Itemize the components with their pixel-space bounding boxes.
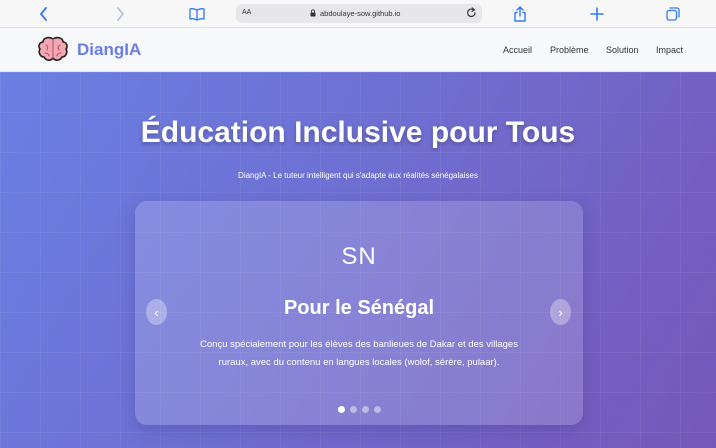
share-button[interactable] — [509, 4, 531, 24]
nav-link-solution[interactable]: Solution — [606, 45, 639, 55]
chevron-left-icon — [40, 7, 47, 21]
back-button[interactable] — [33, 4, 55, 24]
carousel-card: SN Pour le Sénégal Conçu spécialement po… — [135, 201, 583, 425]
carousel-next-button[interactable]: › — [550, 299, 571, 325]
tabs-button[interactable] — [662, 4, 684, 24]
book-icon — [189, 8, 205, 21]
nav-link-impact[interactable]: Impact — [656, 45, 683, 55]
carousel-dot-4[interactable] — [373, 406, 381, 413]
brain-icon[interactable] — [37, 36, 69, 62]
reload-icon[interactable] — [466, 7, 477, 21]
reader-button[interactable] — [186, 4, 208, 24]
browser-toolbar: AA abdoulaye-sow.github.io — [0, 0, 716, 28]
carousel-prev-button[interactable]: ‹ — [146, 299, 167, 325]
slide-title: Pour le Sénégal — [283, 297, 435, 319]
hero-subtitle: DiangIA - Le tuteur intelligent qui s'ad… — [238, 171, 478, 180]
tabs-icon — [666, 7, 680, 21]
carousel-dot-3[interactable] — [361, 406, 369, 413]
hero-title: Éducation Inclusive pour Tous — [140, 116, 576, 149]
page-settings-button[interactable]: AA — [242, 9, 251, 16]
share-icon — [514, 6, 526, 22]
flag-label: SN — [341, 243, 377, 270]
forward-button[interactable] — [109, 4, 131, 24]
carousel-dot-2[interactable] — [349, 406, 357, 413]
new-tab-button[interactable] — [586, 4, 608, 24]
site-header: DiangIA Accueil Problème Solution Impact — [0, 28, 716, 72]
slide-description: Conçu spécialement pour les élèves des b… — [200, 339, 518, 368]
brand-name[interactable]: DiangIA — [77, 40, 141, 60]
lock-icon — [310, 9, 316, 19]
nav-link-accueil[interactable]: Accueil — [503, 45, 532, 55]
url-text: abdoulaye-sow.github.io — [320, 9, 401, 18]
carousel-dot-1[interactable] — [337, 406, 345, 413]
address-bar[interactable]: AA abdoulaye-sow.github.io — [236, 4, 482, 23]
nav-link-probleme[interactable]: Problème — [550, 45, 589, 55]
plus-icon — [590, 7, 604, 21]
carousel-indicators — [135, 406, 583, 413]
chevron-right-icon — [117, 7, 124, 21]
hero-section: Éducation Inclusive pour Tous DiangIA - … — [0, 72, 716, 448]
